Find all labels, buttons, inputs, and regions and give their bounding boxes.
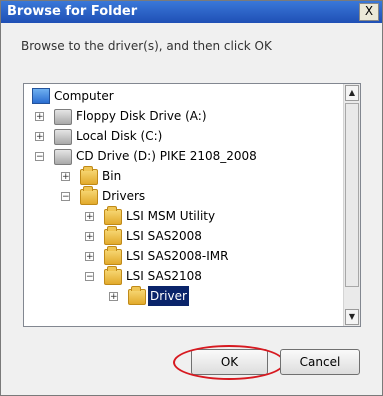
tree-item-label: LSI SAS2008-IMR — [126, 249, 229, 263]
tree-item-label: Floppy Disk Drive (A:) — [76, 109, 207, 123]
tree-item-label: LSI SAS2108 — [126, 269, 202, 283]
cancel-button[interactable]: Cancel — [280, 349, 360, 375]
scroll-up-arrow-icon[interactable]: ▲ — [345, 85, 359, 101]
scroll-down-arrow-icon[interactable]: ▼ — [345, 309, 359, 325]
close-button[interactable]: X — [359, 3, 379, 21]
tree-item-label: CD Drive (D:) PIKE 2108_2008 — [76, 149, 257, 163]
window-title: Browse for Folder — [7, 4, 138, 19]
folder-icon — [80, 186, 98, 205]
tree-item-label: Drivers — [102, 189, 146, 203]
expand-icon[interactable]: + — [85, 232, 94, 242]
computer-icon — [32, 88, 50, 104]
tree-item-label-selected: Driver — [148, 286, 189, 306]
expand-icon[interactable]: + — [35, 112, 44, 122]
instruction-text: Browse to the driver(s), and then click … — [21, 39, 272, 53]
floppy-drive-icon — [54, 109, 72, 125]
folder-icon — [104, 246, 122, 265]
folder-tree[interactable]: Computer + Floppy Disk Drive (A:) + Loca… — [23, 83, 361, 327]
scrollbar-thumb[interactable] — [345, 103, 359, 287]
expand-icon[interactable]: + — [109, 292, 118, 302]
hard-drive-icon — [54, 129, 72, 145]
tree-item-label: LSI MSM Utility — [126, 209, 216, 223]
folder-icon — [104, 266, 122, 285]
folder-icon — [128, 286, 146, 305]
tree-item-label: Local Disk (C:) — [76, 129, 163, 143]
tree-item-label: LSI SAS2008 — [126, 229, 202, 243]
cd-drive-icon — [54, 149, 72, 165]
browse-for-folder-dialog: Browse for Folder X Browse to the driver… — [0, 0, 383, 396]
collapse-icon[interactable]: − — [35, 152, 44, 162]
title-bar[interactable]: Browse for Folder X — [1, 1, 382, 23]
vertical-scrollbar[interactable]: ▲ ▼ — [343, 84, 360, 326]
expand-icon[interactable]: + — [35, 132, 44, 142]
folder-icon — [104, 206, 122, 225]
folder-icon — [80, 166, 98, 185]
tree-item-label: Computer — [54, 89, 114, 103]
collapse-icon[interactable]: − — [61, 192, 70, 202]
collapse-icon[interactable]: − — [85, 272, 94, 282]
expand-icon[interactable]: + — [61, 172, 70, 182]
expand-icon[interactable]: + — [85, 212, 94, 222]
ok-highlight-circle — [173, 345, 285, 380]
tree-item-label: Bin — [102, 169, 122, 183]
folder-icon — [104, 226, 122, 245]
expand-icon[interactable]: + — [85, 252, 94, 262]
